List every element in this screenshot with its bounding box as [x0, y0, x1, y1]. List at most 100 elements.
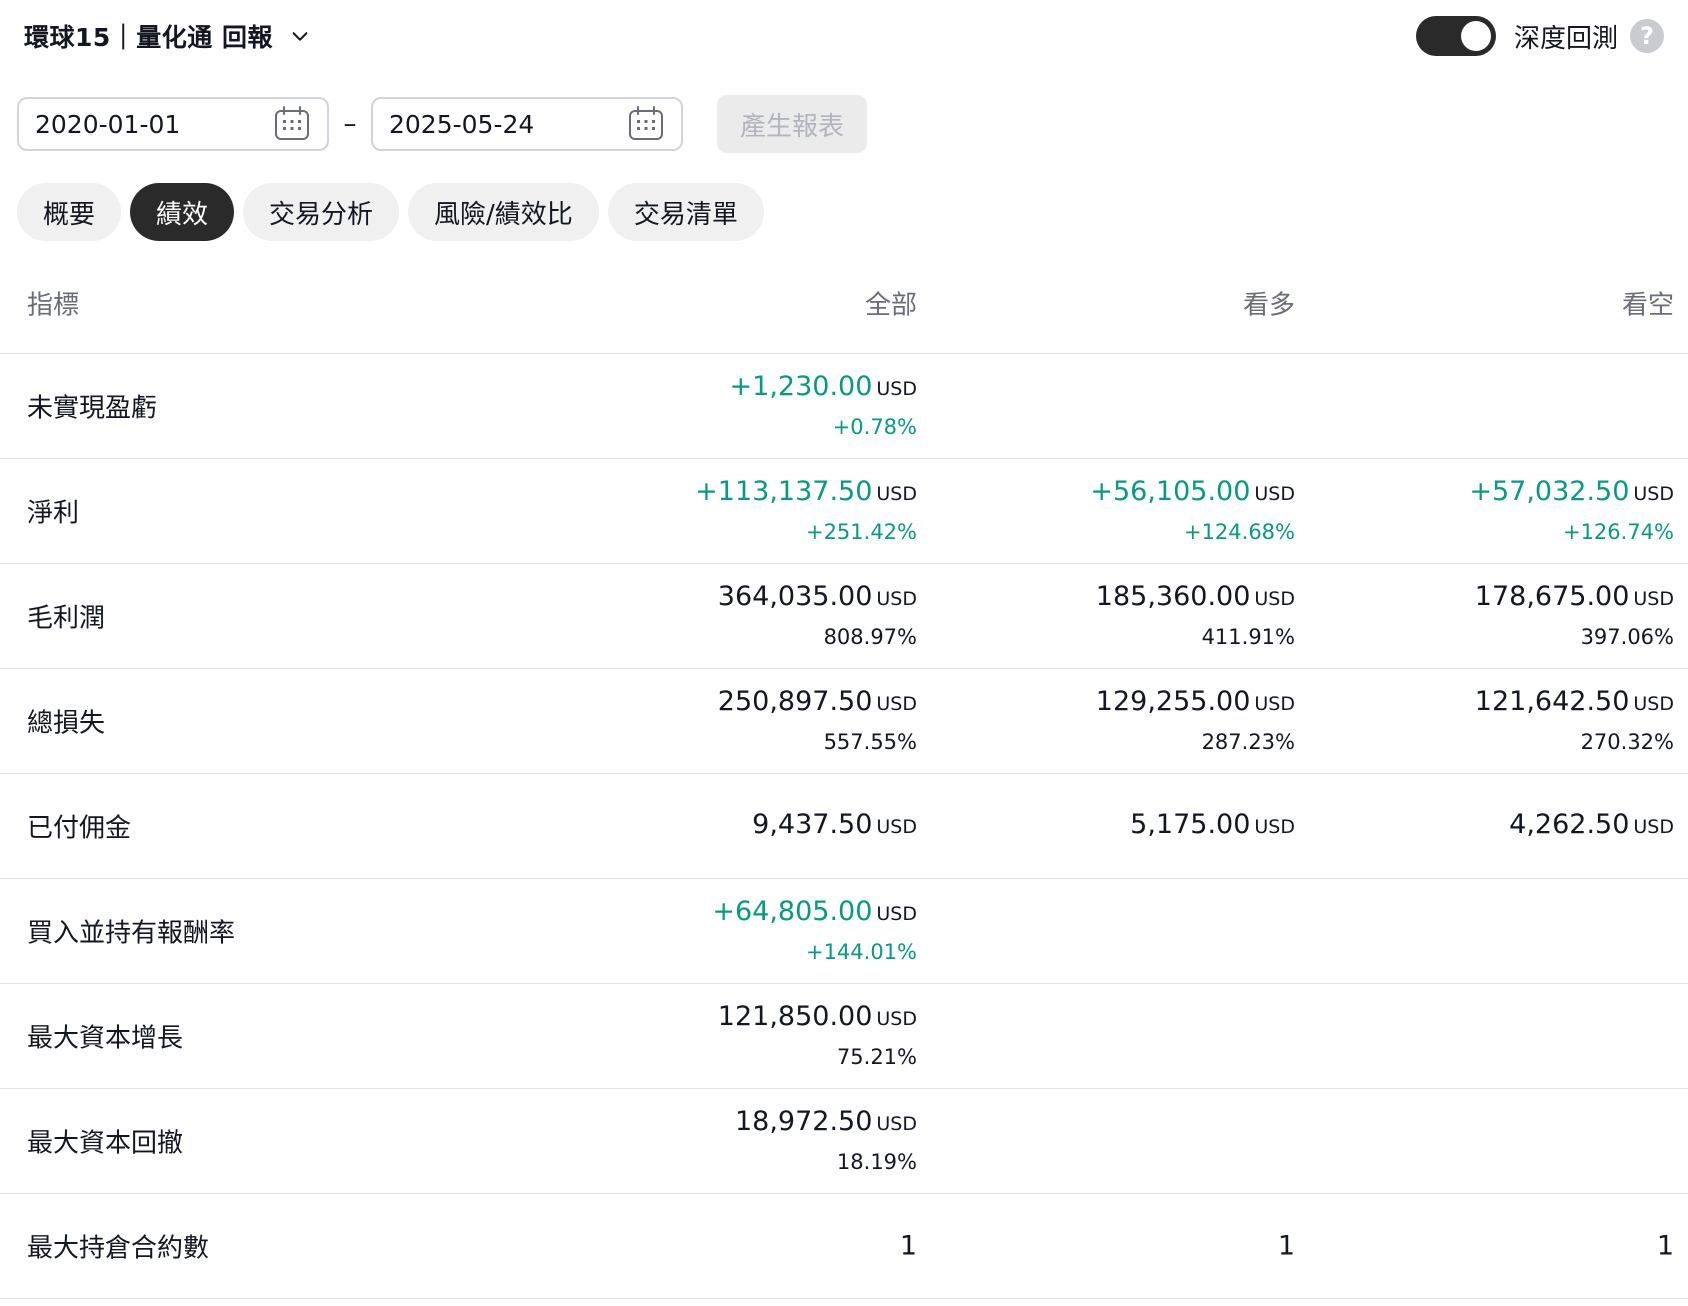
table-body: 未實現盈虧 +1,230.00 USD +0.78% 淨利 +113,137.50 USD +…	[0, 354, 1688, 1299]
cell-amount: 121,850.00	[717, 1001, 873, 1032]
table-row: 淨利 +113,137.50 USD +251.42% +56,105.00 USD +12…	[0, 459, 1688, 564]
header-all: 全部	[864, 290, 917, 321]
cell-short: 1	[1657, 1231, 1674, 1262]
currency-unit: USD	[1254, 588, 1295, 610]
table-row: 買入並持有報酬率 +64,805.00 USD +144.01%	[0, 879, 1688, 984]
cell-percent: +0.78%	[832, 415, 917, 439]
cell-all: +113,137.50 USD +251.42%	[695, 474, 917, 548]
cell-amount-line: 9,437.50 USD	[752, 807, 917, 845]
table-row: 最大持倉合約數 1 1 1	[0, 1194, 1688, 1299]
cell-all: +1,230.00 USD +0.78%	[730, 369, 917, 443]
strategy-selector[interactable]: 環球15｜量化通 回報	[24, 18, 311, 54]
metric-name: 毛利潤	[27, 603, 106, 634]
start-date-field[interactable]: 2020-01-01	[17, 97, 329, 151]
cell-value: 1	[1277, 1230, 1295, 1262]
cell-all: 250,897.50 USD 557.55%	[718, 684, 917, 758]
cell-all: 18,972.50 USD 18.19%	[735, 1104, 917, 1178]
cell-short: 4,262.50 USD	[1509, 807, 1674, 845]
cell-percent: 270.32%	[1580, 730, 1674, 754]
currency-unit: USD	[876, 1113, 917, 1135]
cell-amount-line: 129,255.00 USD	[1096, 684, 1295, 722]
cell-amount-line: +64,805.00 USD	[712, 894, 917, 932]
date-range-row: 2020-01-01 – 2025-05-24 產生報表	[17, 95, 867, 153]
calendar-icon[interactable]	[627, 105, 665, 143]
cell-amount: 4,262.50	[1509, 809, 1630, 840]
currency-unit: USD	[1254, 693, 1295, 715]
cell-long: 129,255.00 USD 287.23%	[1096, 684, 1295, 758]
header-short: 看空	[1621, 290, 1674, 321]
cell-amount: 121,642.50	[1474, 686, 1630, 717]
cell-amount-line: +56,105.00 USD	[1090, 474, 1295, 512]
table-row: 最大資本回撤 18,972.50 USD 18.19%	[0, 1089, 1688, 1194]
date-separator: –	[343, 109, 357, 139]
end-date-field[interactable]: 2025-05-24	[371, 97, 683, 151]
cell-amount: +56,105.00	[1090, 476, 1251, 507]
cell-long: +56,105.00 USD +124.68%	[1090, 474, 1295, 548]
cell-amount: +1,230.00	[729, 371, 873, 402]
cell-amount-line: +113,137.50 USD	[695, 474, 917, 512]
cell-amount-line: 178,675.00 USD	[1475, 579, 1674, 617]
toggle-knob	[1460, 21, 1491, 51]
cell-amount: 364,035.00	[717, 581, 873, 612]
metric-name: 最大資本回撤	[27, 1128, 184, 1159]
currency-unit: USD	[876, 483, 917, 505]
header-metric: 指標	[27, 290, 80, 321]
cell-amount-line: 185,360.00 USD	[1096, 579, 1295, 617]
cell-amount: +113,137.50	[695, 476, 873, 507]
metric-name: 淨利	[27, 498, 80, 529]
metric-name: 最大資本增長	[27, 1023, 184, 1054]
cell-all: 9,437.50 USD	[752, 807, 917, 845]
header-long: 看多	[1242, 290, 1295, 321]
cell-all: 364,035.00 USD 808.97%	[718, 579, 917, 653]
deep-backtest-label: 深度回測	[1513, 23, 1618, 54]
tab-performance[interactable]: 績效	[130, 183, 235, 241]
cell-short: 121,642.50 USD 270.32%	[1475, 684, 1674, 758]
generate-report-button[interactable]: 產生報表	[717, 95, 867, 153]
report-tabs: 概要 績效 交易分析 風險/績效比 交易清單	[17, 183, 773, 241]
cell-amount-line: 121,850.00 USD	[718, 999, 917, 1037]
tab-trade-analysis[interactable]: 交易分析	[243, 183, 400, 241]
cell-amount-line: 364,035.00 USD	[718, 579, 917, 617]
cell-amount: 5,175.00	[1130, 809, 1251, 840]
cell-amount-line: 121,642.50 USD	[1475, 684, 1674, 722]
cell-amount: 129,255.00	[1095, 686, 1251, 717]
currency-unit: USD	[876, 903, 917, 925]
table-header: 指標 全部 看多 看空	[0, 253, 1688, 354]
currency-unit: USD	[876, 1008, 917, 1030]
strategy-report-page: 環球15｜量化通 回報 深度回測 ? 2020-01-01 – 2025-05-…	[0, 0, 1688, 1306]
chevron-down-icon	[292, 32, 308, 41]
cell-amount: 9,437.50	[752, 809, 873, 840]
table-row: 已付佣金 9,437.50 USD 5,175.00 USD 4,262.50 USD	[0, 774, 1688, 879]
cell-amount: 185,360.00	[1095, 581, 1251, 612]
currency-unit: USD	[1633, 693, 1674, 715]
performance-table: 指標 全部 看多 看空 未實現盈虧 +1,230.00 USD +0.78% 淨利 +11…	[0, 253, 1688, 1299]
currency-unit: USD	[1633, 816, 1674, 838]
metric-name: 未實現盈虧	[27, 393, 158, 424]
cell-percent: 397.06%	[1580, 625, 1674, 649]
cell-all: 1	[900, 1231, 917, 1262]
tab-risk-ratios[interactable]: 風險/績效比	[408, 183, 599, 241]
cell-value: 1	[1656, 1230, 1674, 1262]
header-controls: 深度回測 ?	[1415, 16, 1664, 56]
cell-value: 1	[899, 1230, 917, 1262]
strategy-title: 環球15｜量化通 回報	[24, 23, 273, 52]
deep-backtest-toggle[interactable]	[1415, 16, 1496, 56]
cell-short: +57,032.50 USD +126.74%	[1469, 474, 1674, 548]
calendar-icon[interactable]	[273, 105, 311, 143]
cell-amount: +64,805.00	[712, 896, 873, 927]
start-date-value: 2020-01-01	[35, 109, 181, 139]
cell-amount-line: 4,262.50 USD	[1509, 807, 1674, 845]
currency-unit: USD	[876, 378, 917, 400]
cell-amount-line: 18,972.50 USD	[735, 1104, 917, 1142]
cell-percent: +251.42%	[805, 520, 917, 544]
cell-amount-line: 5,175.00 USD	[1130, 807, 1295, 845]
cell-amount-line: 250,897.50 USD	[718, 684, 917, 722]
help-icon[interactable]: ?	[1630, 19, 1664, 53]
cell-percent: 18.19%	[836, 1150, 917, 1174]
tab-overview[interactable]: 概要	[17, 183, 122, 241]
currency-unit: USD	[1633, 483, 1674, 505]
cell-amount: 178,675.00	[1474, 581, 1630, 612]
tab-list-of-trades[interactable]: 交易清單	[607, 183, 764, 241]
cell-percent: 557.55%	[823, 730, 917, 754]
cell-short: 178,675.00 USD 397.06%	[1475, 579, 1674, 653]
